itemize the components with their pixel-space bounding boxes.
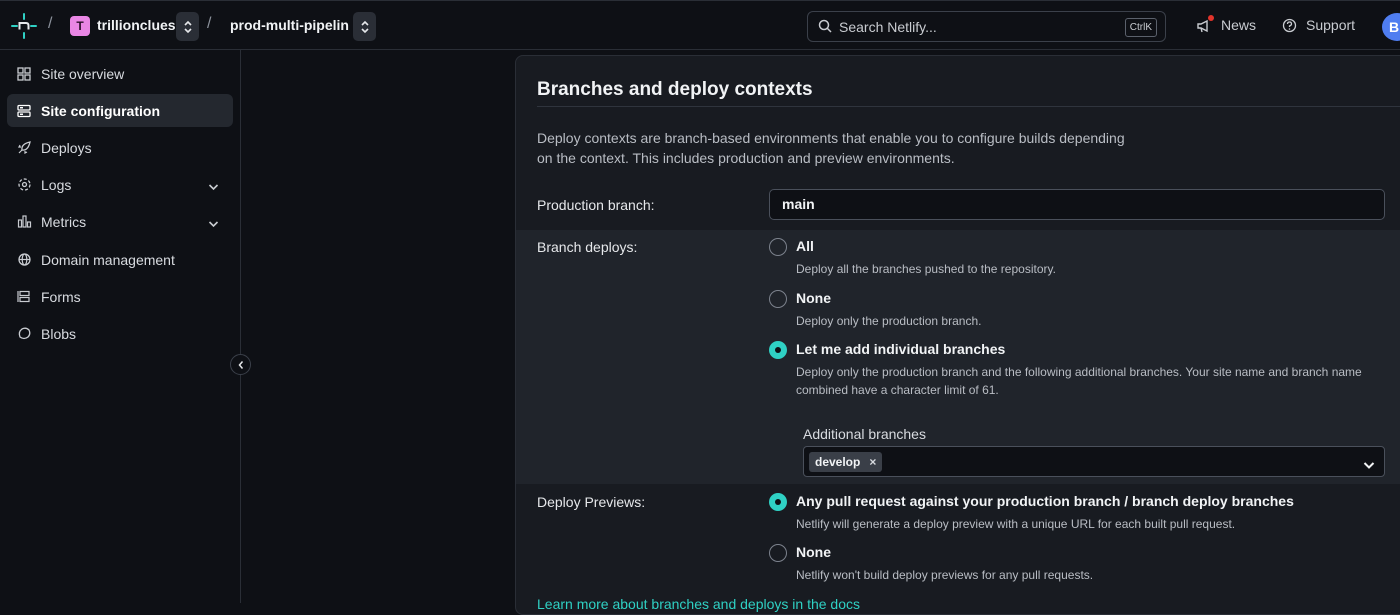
branch-chip: develop × xyxy=(809,452,883,472)
support-label: Support xyxy=(1306,17,1356,33)
radio-help-text: Deploy only the production branch and th… xyxy=(796,365,1362,397)
card-description: Deploy contexts are branch-based environ… xyxy=(537,130,1125,166)
keyboard-shortcut-badge: CtrlK xyxy=(1124,18,1157,37)
production-branch-label: Production branch: xyxy=(537,197,655,213)
sidebar-item-label: Logs xyxy=(41,176,72,193)
chevron-left-icon xyxy=(238,360,243,369)
additional-branches-label: Additional branches xyxy=(803,426,926,442)
sidebar-item-label: Forms xyxy=(41,288,81,305)
logs-icon xyxy=(16,177,32,193)
team-name[interactable]: trillionclues xyxy=(97,17,176,33)
top-bar: / T trillionclues / prod-multi-pipelin S… xyxy=(0,0,1400,50)
radio-button-checked[interactable] xyxy=(769,341,787,359)
radio-help-text: Netlify won't build deploy previews for … xyxy=(796,568,1094,582)
chevron-down-icon[interactable] xyxy=(208,178,219,194)
forms-icon xyxy=(16,289,32,305)
site-name[interactable]: prod-multi-pipelin xyxy=(230,17,349,33)
radio-label: All xyxy=(796,238,814,254)
sidebar-item-site-overview[interactable]: Site overview xyxy=(7,57,233,90)
divider xyxy=(537,106,1400,107)
news-label: News xyxy=(1221,17,1257,33)
search-input[interactable]: Search Netlify... CtrlK xyxy=(807,11,1166,42)
radio-label: Any pull request against your production… xyxy=(796,493,1294,509)
radio-label: None xyxy=(796,290,831,306)
card-title: Branches and deploy contexts xyxy=(537,79,813,100)
sidebar-item-label: Domain management xyxy=(41,251,175,268)
rocket-icon xyxy=(16,140,32,156)
sidebar-item-label: Deploys xyxy=(41,139,92,156)
search-placeholder: Search Netlify... xyxy=(839,19,937,35)
chevron-up-down-icon xyxy=(360,20,369,33)
radio-label: Let me add individual branches xyxy=(796,341,1006,357)
production-branch-input[interactable]: main xyxy=(769,189,1385,220)
breadcrumb-separator: / xyxy=(48,15,53,32)
sidebar-item-label: Metrics xyxy=(41,213,87,230)
globe-icon xyxy=(16,252,32,268)
user-avatar[interactable]: B xyxy=(1382,13,1400,41)
sidebar-item-logs[interactable]: Logs xyxy=(7,168,233,201)
sidebar-item-label: Site configuration xyxy=(41,102,160,119)
breadcrumb-separator: / xyxy=(207,15,212,32)
chevron-down-icon[interactable] xyxy=(208,215,219,231)
notification-dot xyxy=(1208,15,1214,21)
team-switcher-button[interactable] xyxy=(176,12,199,41)
collapse-sidebar-button[interactable] xyxy=(230,354,251,375)
sidebar: Site overview Site configuration Deploys… xyxy=(0,50,241,603)
chevron-down-icon[interactable] xyxy=(1363,457,1375,475)
deploy-previews-label: Deploy Previews: xyxy=(537,494,646,510)
chip-label: develop xyxy=(815,455,861,469)
sidebar-item-domain-management[interactable]: Domain management xyxy=(7,243,233,276)
team-avatar[interactable]: T xyxy=(70,16,90,36)
sidebar-item-deploys[interactable]: Deploys xyxy=(7,131,233,164)
blob-icon xyxy=(16,326,32,342)
sidebar-item-forms[interactable]: Forms xyxy=(7,280,233,313)
search-icon xyxy=(818,19,832,38)
bar-chart-icon xyxy=(16,214,32,230)
sidebar-item-label: Site overview xyxy=(41,65,125,82)
radio-help-text: Deploy only the production branch. xyxy=(796,314,982,328)
radio-button[interactable] xyxy=(769,544,787,562)
grid-icon xyxy=(16,66,32,82)
sidebar-item-label: Blobs xyxy=(41,325,77,342)
chevron-up-down-icon xyxy=(183,20,192,33)
radio-button[interactable] xyxy=(769,238,787,256)
additional-branches-select[interactable]: develop × xyxy=(803,446,1385,477)
sidebar-item-site-configuration[interactable]: Site configuration xyxy=(7,94,233,127)
branches-deploy-contexts-card: Branches and deploy contexts Deploy cont… xyxy=(515,55,1400,615)
sidebar-item-blobs[interactable]: Blobs xyxy=(7,317,233,350)
radio-button[interactable] xyxy=(769,290,787,308)
netlify-logo-icon[interactable] xyxy=(10,13,38,39)
radio-label: None xyxy=(796,544,831,560)
radio-help-text: Deploy all the branches pushed to the re… xyxy=(796,262,1056,276)
branch-deploys-label: Branch deploys: xyxy=(537,239,638,255)
server-icon xyxy=(16,103,32,119)
learn-more-link[interactable]: Learn more about branches and deploys in… xyxy=(537,596,860,612)
radio-button-checked[interactable] xyxy=(769,493,787,511)
site-switcher-button[interactable] xyxy=(353,12,376,41)
sidebar-item-metrics[interactable]: Metrics xyxy=(7,205,233,238)
remove-chip-icon[interactable]: × xyxy=(869,452,876,472)
radio-help-text: Netlify will generate a deploy preview w… xyxy=(796,517,1236,531)
